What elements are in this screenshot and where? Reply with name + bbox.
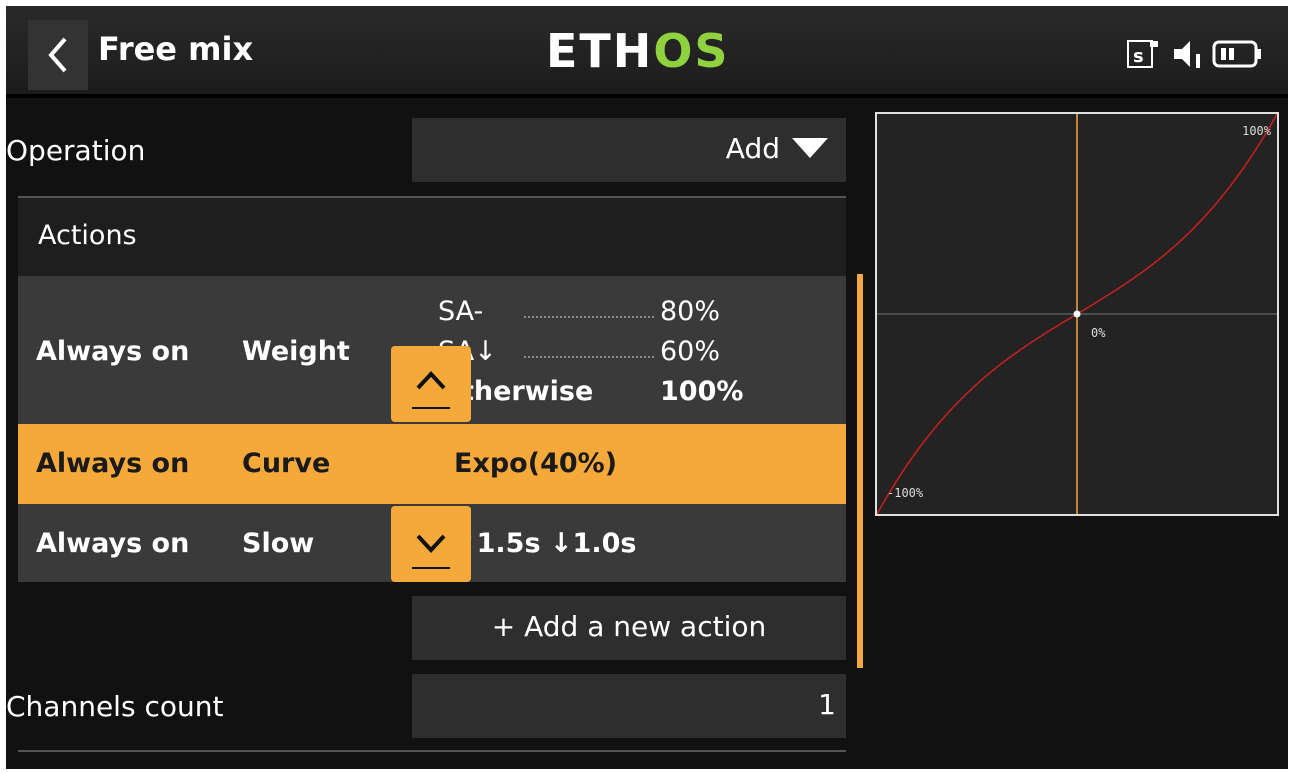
- scrollbar[interactable]: [857, 274, 863, 668]
- action-condition: Always on: [36, 528, 190, 559]
- page-title: Free mix: [98, 30, 254, 68]
- curve-graph: 100% 0% -100%: [875, 112, 1279, 516]
- ethos-logo: ETHOS: [546, 28, 730, 74]
- back-chevron-icon: [48, 37, 67, 73]
- logo-text-os: OS: [653, 24, 730, 78]
- graph-label-center: 0%: [1091, 326, 1106, 340]
- speaker-icon: [1174, 41, 1200, 68]
- dropdown-arrow-icon: [792, 138, 828, 158]
- back-button[interactable]: [28, 20, 88, 90]
- svg-text:s: s: [1133, 46, 1144, 67]
- action-condition: Always on: [36, 336, 190, 367]
- add-action-label: + Add a new action: [491, 610, 767, 643]
- header-bar: Free mix ETHOS s: [6, 6, 1288, 98]
- action-row-curve[interactable]: Always on Curve Expo(40%): [18, 424, 846, 504]
- center-point: [1073, 310, 1081, 318]
- operation-value: Add: [725, 132, 780, 165]
- weight-condition-name: SA-: [438, 296, 484, 327]
- operation-label: Operation: [6, 134, 146, 167]
- move-up-button[interactable]: [391, 346, 471, 422]
- chevron-down-icon: [412, 534, 450, 569]
- chevron-up-icon: [412, 371, 450, 409]
- weight-value: 80%: [660, 296, 721, 327]
- move-down-button[interactable]: [391, 506, 471, 582]
- sd-card-icon: s: [1127, 40, 1158, 68]
- curve-graph-svg: [877, 114, 1277, 514]
- screen: Free mix ETHOS s Operation Add Actions A…: [6, 6, 1288, 769]
- dotted-leader: [524, 356, 654, 358]
- logo-text-eth: ETH: [546, 24, 654, 78]
- action-type: Weight: [242, 336, 350, 367]
- dotted-leader: [524, 316, 654, 318]
- action-value: ↑1.5s ↓1.0s: [454, 528, 637, 559]
- actions-section-header: Actions: [18, 198, 846, 276]
- weight-value: 60%: [660, 336, 721, 367]
- add-action-button[interactable]: + Add a new action: [412, 596, 846, 660]
- operation-dropdown[interactable]: Add: [412, 118, 846, 182]
- weight-value-line: SA↓ 60%: [438, 336, 758, 372]
- action-type: Curve: [242, 448, 331, 479]
- graph-label-bottom: -100%: [887, 486, 924, 500]
- status-icons: s: [1126, 38, 1264, 70]
- graph-label-top: 100%: [1242, 124, 1271, 138]
- divider-line: [18, 750, 846, 752]
- weight-value-line: Otherwise 100%: [438, 376, 758, 412]
- weight-value-line: SA- 80%: [438, 296, 758, 332]
- channels-count-field[interactable]: 1: [412, 674, 846, 738]
- channels-count-value: 1: [818, 688, 836, 721]
- actions-section-label: Actions: [38, 220, 137, 251]
- action-type: Slow: [242, 528, 315, 559]
- action-condition: Always on: [36, 448, 190, 479]
- battery-icon: [1212, 40, 1261, 68]
- action-value: Expo(40%): [454, 448, 618, 479]
- weight-value: 100%: [660, 376, 744, 407]
- channels-count-label: Channels count: [6, 690, 224, 723]
